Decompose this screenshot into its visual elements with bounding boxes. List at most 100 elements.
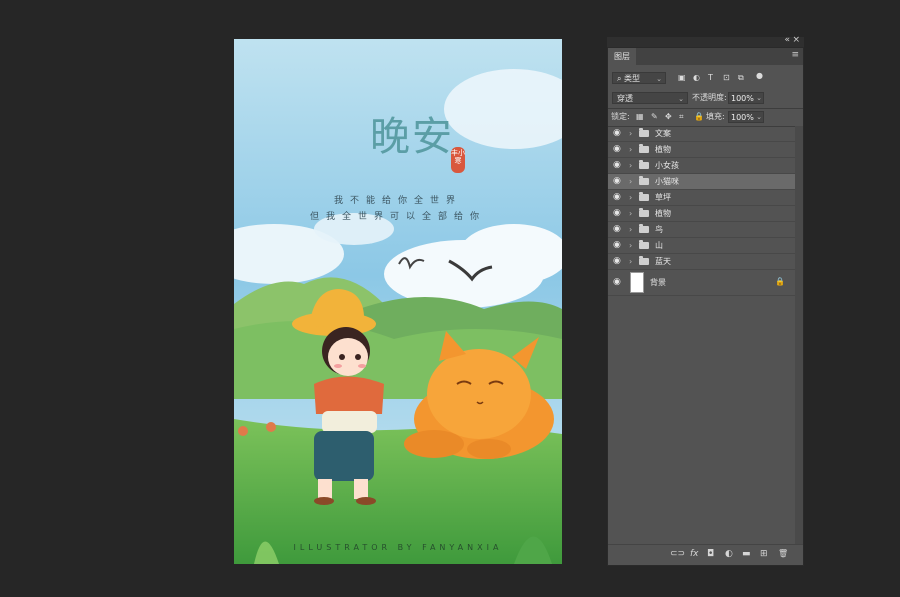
layer-list: ◉ › 文案 ◉ › 植物 ◉ › 小女孩 ◉ › 小猫咪 ◉ › 草坪 ◉ › 植物 ◉ › 鸟 ◉ › 山 ◉ › 蓝天 ◉ 背景 🔒 (608, 126, 795, 296)
layer-row[interactable]: ◉ › 小女孩 (608, 158, 795, 174)
poster-title: 晚安 (370, 114, 454, 160)
layer-name: 草坪 (655, 193, 671, 202)
visibility-eye-icon[interactable]: ◉ (613, 208, 621, 219)
layer-name: 小女孩 (655, 161, 679, 170)
chevron-down-icon: ⌄ (756, 113, 762, 121)
visibility-eye-icon[interactable]: ◉ (613, 240, 621, 251)
close-panel-icon[interactable]: × (792, 35, 800, 45)
layer-name: 背景 (650, 278, 666, 287)
adjustment-layer-icon[interactable]: ◐ (725, 549, 733, 559)
chevron-right-icon[interactable]: › (629, 208, 632, 219)
lock-row: 锁定: ▦ ✎ ✥ ⌗ 🔒 填充: 100% ⌄ (608, 109, 803, 127)
layer-name: 植物 (655, 209, 671, 218)
add-mask-icon[interactable]: ◘ (707, 549, 714, 559)
visibility-eye-icon[interactable]: ◉ (613, 176, 621, 187)
shape-filter-icon[interactable]: ⊡ (723, 73, 730, 83)
lock-position-icon[interactable]: ✥ (665, 112, 672, 122)
fill-value: 100% (731, 113, 754, 122)
folder-icon (639, 160, 649, 169)
chevron-right-icon[interactable]: › (629, 160, 632, 171)
chevron-down-icon: ⌄ (756, 94, 762, 102)
layer-name: 植物 (655, 145, 671, 154)
folder-icon (639, 176, 649, 185)
toggle-filter-icon[interactable]: ● (756, 71, 763, 81)
tab-layers[interactable]: 图层 (608, 48, 636, 65)
layer-row[interactable]: ◉ › 小猫咪 (608, 174, 795, 190)
layer-list-scrollbar[interactable] (795, 126, 803, 546)
filter-kind-label: 类型 (624, 74, 641, 83)
lock-icon: 🔒 (775, 277, 785, 286)
folder-icon (639, 128, 649, 137)
smart-object-filter-icon[interactable]: ⧉ (738, 73, 744, 83)
layer-name: 小猫咪 (655, 177, 679, 186)
document-canvas[interactable]: 晚安 丰小寒 我不能给你全世界 但我全世界可以全部给你 ILLUSTRATOR … (234, 39, 562, 564)
artist-seal: 丰小寒 (451, 147, 465, 173)
chevron-down-icon: ⌄ (678, 95, 684, 103)
panel-header-strip: « × (607, 35, 804, 47)
visibility-eye-icon[interactable]: ◉ (613, 224, 621, 235)
layer-row[interactable]: ◉ › 山 (608, 238, 795, 254)
poster-tagline-line-1: 我不能给你全世界 (333, 196, 462, 206)
opacity-input[interactable]: 100% ⌄ (728, 92, 764, 104)
panel-bottom-toolbar: ⊂⊃ fx ◘ ◐ ▬ ⊞ 🗑 (608, 544, 803, 565)
opacity-value: 100% (731, 94, 754, 103)
type-filter-icon[interactable]: T (708, 73, 713, 83)
folder-icon (639, 208, 649, 217)
visibility-eye-icon[interactable]: ◉ (613, 128, 621, 139)
layer-row[interactable]: ◉ › 植物 (608, 142, 795, 158)
lock-image-pixels-icon[interactable]: ✎ (651, 112, 658, 122)
visibility-eye-icon[interactable]: ◉ (613, 160, 621, 171)
new-layer-icon[interactable]: ⊞ (760, 549, 768, 559)
mushroom (266, 422, 276, 432)
folder-icon (639, 224, 649, 233)
delete-layer-icon[interactable]: 🗑 (778, 549, 788, 559)
chevron-right-icon[interactable]: › (629, 192, 632, 203)
layer-row[interactable]: ◉ 背景 🔒 (608, 270, 795, 296)
collapse-panel-icon[interactable]: « (784, 35, 790, 45)
chevron-right-icon[interactable]: › (629, 176, 632, 187)
mushroom (238, 426, 248, 436)
folder-icon (639, 192, 649, 201)
folder-icon (639, 240, 649, 249)
lock-all-icon[interactable]: 🔒 (694, 112, 704, 122)
filter-row: ⌕ 类型 ⌄ ▣ ◐ T ⊡ ⧉ ● (608, 70, 803, 88)
layer-name: 山 (655, 241, 663, 250)
layer-name: 文案 (655, 129, 671, 138)
layer-row[interactable]: ◉ › 鸟 (608, 222, 795, 238)
chevron-right-icon[interactable]: › (629, 144, 632, 155)
fx-icon[interactable]: fx (690, 549, 699, 559)
poster-tagline-line-2: 但我全世界可以全部给你 (309, 212, 486, 222)
fill-label: 填充: (706, 112, 725, 121)
blend-row: 穿透 ⌄ 不透明度: 100% ⌄ (608, 90, 803, 108)
lock-transparent-pixels-icon[interactable]: ▦ (636, 112, 644, 122)
blend-mode-select[interactable]: 穿透 ⌄ (612, 92, 688, 104)
chevron-right-icon[interactable]: › (629, 240, 632, 251)
adjustment-filter-icon[interactable]: ◐ (693, 73, 700, 83)
layer-row[interactable]: ◉ › 植物 (608, 206, 795, 222)
new-group-icon[interactable]: ▬ (742, 549, 751, 559)
layer-thumbnail (630, 272, 644, 293)
lock-artboard-icon[interactable]: ⌗ (679, 112, 684, 122)
panel-tab-bar: 图层 ≡ (608, 48, 803, 65)
opacity-label: 不透明度: (692, 93, 727, 102)
layer-row[interactable]: ◉ › 蓝天 (608, 254, 795, 270)
visibility-eye-icon[interactable]: ◉ (613, 192, 621, 203)
fill-input[interactable]: 100% ⌄ (728, 111, 764, 123)
layer-row[interactable]: ◉ › 文案 (608, 126, 795, 142)
poster-credit: ILLUSTRATOR BY FANYANXIA (293, 543, 503, 552)
link-layers-icon[interactable]: ⊂⊃ (670, 549, 685, 559)
image-filter-icon[interactable]: ▣ (678, 73, 686, 83)
chevron-down-icon: ⌄ (656, 75, 662, 83)
chevron-right-icon[interactable]: › (629, 256, 632, 267)
visibility-eye-icon[interactable]: ◉ (613, 144, 621, 155)
visibility-eye-icon[interactable]: ◉ (613, 256, 621, 267)
filter-kind-select[interactable]: ⌕ 类型 ⌄ (612, 72, 666, 84)
layer-row[interactable]: ◉ › 草坪 (608, 190, 795, 206)
panel-menu-icon[interactable]: ≡ (791, 51, 799, 60)
chevron-right-icon[interactable]: › (629, 128, 632, 139)
blend-mode-value: 穿透 (617, 94, 633, 103)
layers-panel: 图层 ≡ ⌕ 类型 ⌄ ▣ ◐ T ⊡ ⧉ ● 穿透 ⌄ 不透明度: 100% … (607, 47, 804, 566)
folder-icon (639, 144, 649, 153)
visibility-eye-icon[interactable]: ◉ (613, 277, 621, 288)
chevron-right-icon[interactable]: › (629, 224, 632, 235)
